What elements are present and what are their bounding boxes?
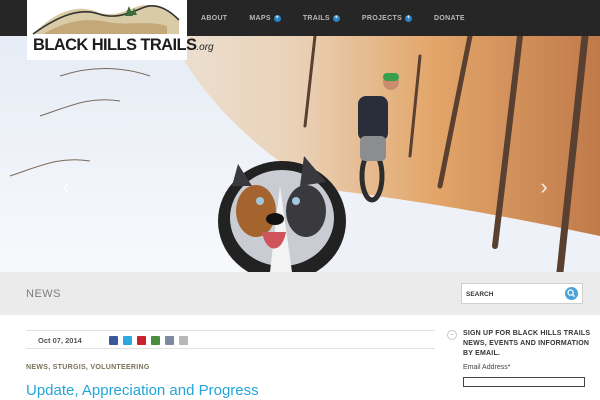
post-date: Oct 07, 2014 bbox=[38, 336, 82, 345]
share-icons bbox=[109, 336, 193, 345]
hero-image bbox=[0, 36, 600, 272]
main-nav: ABOUT MAPS + TRAILS + PROJECTS + DONATE bbox=[201, 0, 487, 36]
post-title-link[interactable]: Update, Appreciation and Progress bbox=[26, 382, 259, 399]
pinterest-icon[interactable] bbox=[137, 336, 146, 345]
nav-label: ABOUT bbox=[201, 14, 228, 22]
hero-slider[interactable]: ‹ › bbox=[0, 36, 600, 272]
plus-circle-icon[interactable]: + bbox=[273, 14, 281, 22]
category-link[interactable]: STURGIS bbox=[53, 364, 86, 371]
post-categories: NEWS, STURGIS, VOLUNTEERING bbox=[26, 364, 150, 371]
logo-text: BLACK HILLS TRAILS.org bbox=[33, 36, 214, 55]
nav-label: PROJECTS bbox=[361, 14, 403, 22]
category-link[interactable]: VOLUNTEERING bbox=[90, 364, 149, 371]
search-icon[interactable] bbox=[565, 287, 578, 300]
category-link[interactable]: NEWS bbox=[26, 364, 48, 371]
search-box bbox=[461, 283, 583, 304]
logo-suffix-text: .org bbox=[196, 42, 214, 53]
print-icon[interactable] bbox=[165, 336, 174, 345]
twitter-icon[interactable] bbox=[123, 336, 132, 345]
facebook-icon[interactable] bbox=[109, 336, 118, 345]
section-title: NEWS bbox=[26, 288, 61, 300]
nav-label: DONATE bbox=[434, 14, 465, 22]
share-icon[interactable] bbox=[179, 336, 188, 345]
nav-item-donate[interactable]: DONATE bbox=[434, 15, 465, 22]
search-glyph bbox=[567, 289, 576, 298]
signup-heading: SIGN UP FOR BLACK HILLS TRAILS NEWS, EVE… bbox=[463, 330, 591, 357]
email-icon[interactable] bbox=[151, 336, 160, 345]
slider-next-arrow-icon[interactable]: › bbox=[536, 173, 552, 201]
collapse-icon[interactable]: − bbox=[447, 330, 457, 340]
email-label: Email Address* bbox=[463, 364, 510, 371]
site-logo[interactable]: BLACK HILLS TRAILS.org bbox=[27, 0, 214, 60]
nav-item-about[interactable]: ABOUT bbox=[201, 15, 227, 22]
nav-label: TRAILS bbox=[302, 14, 330, 22]
slider-prev-arrow-icon[interactable]: ‹ bbox=[58, 173, 74, 201]
plus-circle-icon[interactable]: + bbox=[405, 14, 413, 22]
search-input[interactable] bbox=[466, 288, 561, 300]
required-mark: * bbox=[507, 364, 511, 371]
nav-item-trails[interactable]: TRAILS + bbox=[302, 14, 340, 22]
email-field[interactable] bbox=[463, 377, 585, 387]
nav-item-projects[interactable]: PROJECTS + bbox=[361, 14, 413, 22]
nav-label: MAPS bbox=[249, 14, 271, 22]
post-meta-row: Oct 07, 2014 bbox=[26, 330, 435, 349]
plus-circle-icon[interactable]: + bbox=[332, 14, 340, 22]
email-label-text: Email Address bbox=[463, 364, 508, 371]
logo-main-text: BLACK HILLS TRAILS bbox=[33, 36, 197, 54]
nav-item-maps[interactable]: MAPS + bbox=[249, 14, 281, 22]
